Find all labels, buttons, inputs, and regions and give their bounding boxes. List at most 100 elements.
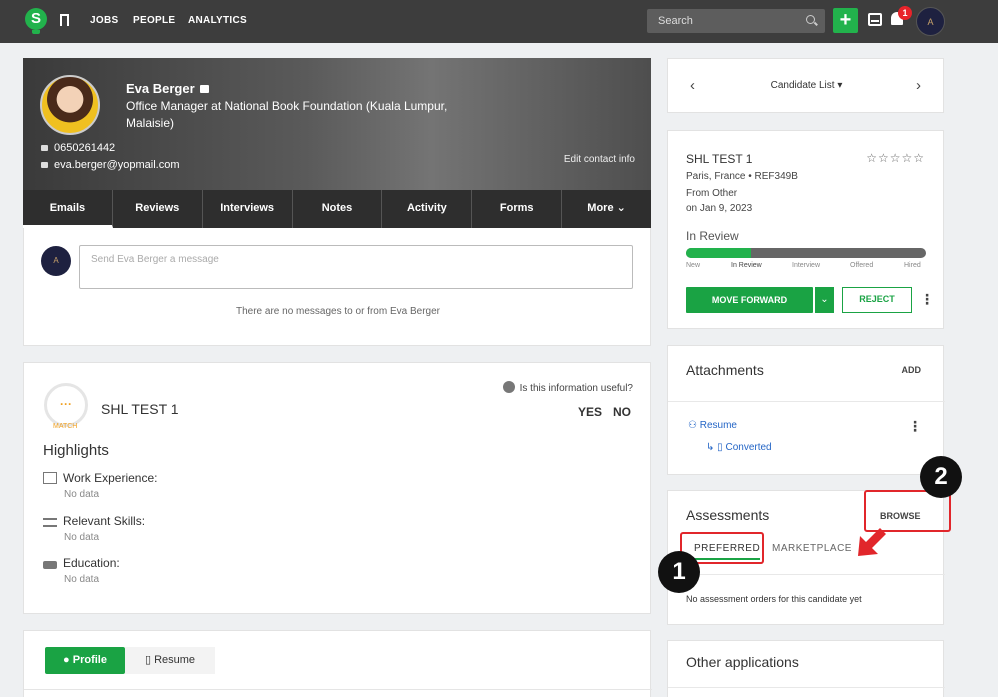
message-placeholder: Send Eva Berger a message (91, 254, 219, 265)
no-messages-text: There are no messages to or from Eva Ber… (236, 306, 440, 317)
relevant-skills-value: No data (64, 532, 100, 543)
annotation-marker-2: 2 (920, 456, 962, 498)
match-score-ring: ··· (44, 383, 88, 427)
other-applications-heading: Other applications (686, 654, 799, 670)
annotation-marker-1: 1 (658, 551, 700, 593)
nav-analytics[interactable]: ANALYTICS (188, 15, 247, 26)
top-navbar: S JOBS PEOPLE ANALYTICS Search + 1 A (0, 0, 998, 43)
building-icon (43, 472, 57, 484)
edit-contact-link[interactable]: Edit contact info (564, 154, 635, 165)
other-applications-card: Other applications (667, 640, 945, 697)
inbox-icon[interactable] (868, 13, 882, 26)
resume-tab-label: Resume (154, 654, 196, 666)
search-input[interactable]: Search (647, 9, 825, 33)
message-input[interactable]: Send Eva Berger a message (79, 245, 633, 289)
education-value: No data (64, 574, 100, 585)
user-avatar[interactable]: A (916, 7, 945, 36)
converted-link: Converted (725, 442, 772, 453)
tab-more[interactable]: More ⌄ (562, 190, 651, 228)
job-date: on Jan 9, 2023 (686, 203, 753, 214)
no-assessments-text: No assessment orders for this candidate … (686, 594, 862, 604)
app-logo[interactable]: S (25, 8, 47, 34)
yes-button[interactable]: YES (578, 405, 602, 419)
move-forward-button[interactable]: MOVE FORWARD (686, 287, 813, 313)
tab-marketplace[interactable]: MARKETPLACE (772, 543, 852, 554)
candidate-name-row: Eva Berger (126, 81, 209, 96)
lock-icon (199, 85, 209, 93)
job-location: Paris, France • REF349B (686, 171, 798, 182)
education-section: Education: No data (43, 556, 120, 585)
tab-reviews[interactable]: Reviews (113, 190, 203, 228)
move-forward-dropdown[interactable]: ⌄ (814, 287, 834, 313)
divider (668, 401, 945, 402)
profile-tab-label: Profile (72, 654, 107, 666)
candidate-photo (40, 75, 100, 135)
nav-jobs[interactable]: JOBS (90, 15, 118, 26)
resume-attachment[interactable]: ⚇ Resume (688, 420, 737, 431)
rating-stars[interactable]: ☆☆☆☆☆ (866, 151, 925, 165)
application-status: In Review (686, 229, 739, 243)
candidate-list-nav: ‹ Candidate List ▾ › (667, 58, 944, 113)
job-title[interactable]: SHL TEST 1 (686, 152, 752, 166)
arrow-shape (858, 528, 886, 556)
search-placeholder: Search (658, 15, 693, 27)
job-source: From Other (686, 188, 738, 199)
arrow-return-icon: ↳ (706, 442, 715, 453)
tab-forms[interactable]: Forms (472, 190, 563, 228)
user-icon: ⚇ (688, 420, 697, 431)
phone-icon (41, 145, 48, 151)
resume-link: Resume (699, 420, 737, 431)
no-button[interactable]: NO (613, 405, 631, 419)
document-icon: ▯ (144, 654, 152, 666)
divider (668, 574, 945, 575)
sender-avatar: A (41, 246, 71, 276)
resume-tab-button[interactable]: ▯ Resume (125, 647, 215, 674)
list-icon (43, 518, 57, 527)
tab-more-label: More (587, 202, 614, 214)
attachment-options-icon[interactable]: ⋮ (908, 418, 922, 435)
match-label: MATCH (53, 423, 78, 430)
stage-offered: Offered (850, 262, 874, 269)
annotation-arrow (858, 528, 886, 556)
tab-interviews[interactable]: Interviews (203, 190, 293, 228)
chevron-down-icon: ⌄ (616, 202, 626, 214)
flag-icon (502, 381, 515, 393)
useful-question: Is this information useful? (502, 381, 633, 394)
nav-people[interactable]: PEOPLE (133, 15, 175, 26)
attachments-card: Attachments ADD ⚇ Resume ↳ ▯ Converted ⋮ (667, 345, 945, 475)
tab-notes[interactable]: Notes (293, 190, 383, 228)
message-card: A Send Eva Berger a message There are no… (23, 228, 651, 346)
tab-emails[interactable]: Emails (23, 190, 113, 228)
match-job-title: SHL TEST 1 (101, 401, 179, 417)
stage-in-review: In Review (731, 262, 762, 269)
divider (24, 689, 652, 690)
stage-progress-bar (686, 248, 926, 258)
converted-attachment[interactable]: ↳ ▯ Converted (706, 442, 772, 453)
file-icon: ▯ (717, 442, 723, 453)
mail-icon (41, 162, 48, 168)
profile-tab-button[interactable]: ● Profile (45, 647, 125, 674)
attachments-heading: Attachments (686, 362, 764, 378)
add-attachment-button[interactable]: ADD (902, 365, 922, 375)
graduation-cap-icon (43, 561, 57, 569)
more-options-icon[interactable]: ⋮ (920, 291, 934, 308)
add-button[interactable]: + (833, 8, 858, 33)
bookmark-icon[interactable] (60, 14, 69, 29)
match-card: ··· MATCH SHL TEST 1 Is this information… (23, 362, 651, 614)
divider (668, 687, 945, 688)
stage-progress-fill (686, 248, 751, 258)
candidate-list-dropdown[interactable]: Candidate List ▾ (668, 80, 945, 91)
logo-letter: S (25, 8, 47, 30)
candidate-name: Eva Berger (126, 81, 195, 96)
job-application-card: SHL TEST 1 ☆☆☆☆☆ Paris, France • REF349B… (667, 130, 944, 329)
tab-activity[interactable]: Activity (382, 190, 473, 228)
candidate-tabs: Emails Reviews Interviews Notes Activity… (23, 190, 651, 228)
candidate-title: Office Manager at National Book Foundati… (126, 99, 448, 130)
candidate-phone[interactable]: 0650261442 (54, 142, 115, 154)
reject-button[interactable]: REJECT (842, 287, 912, 313)
work-experience-label: Work Experience: (63, 471, 158, 485)
highlights-heading: Highlights (43, 442, 109, 459)
candidate-email[interactable]: eva.berger@yopmail.com (54, 159, 180, 171)
phone-row: 0650261442 (41, 142, 115, 154)
next-candidate-icon[interactable]: › (916, 77, 921, 94)
